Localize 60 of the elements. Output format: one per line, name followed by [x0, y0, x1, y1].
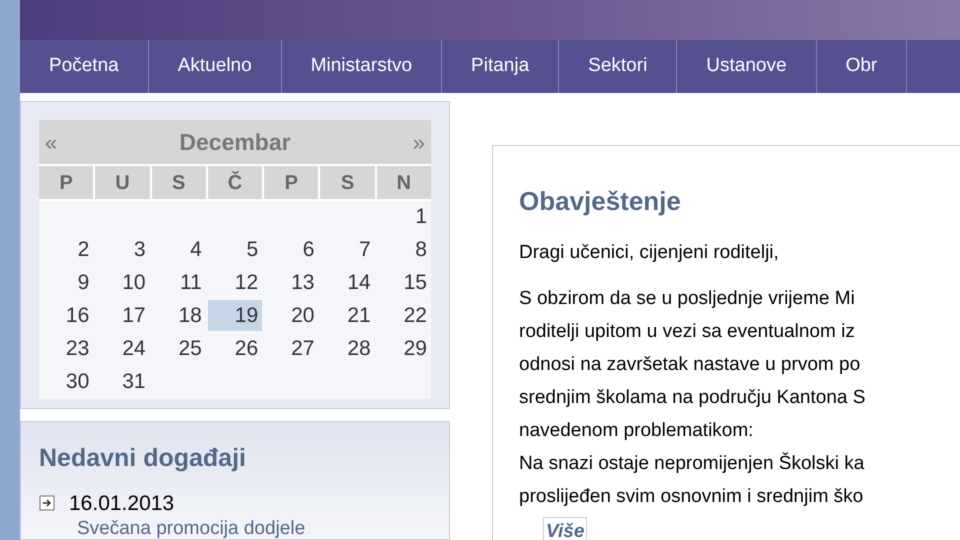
calendar-day[interactable]: 17	[95, 300, 150, 331]
weekday-header: P	[264, 166, 318, 199]
calendar-day[interactable]: 20	[264, 300, 318, 331]
notice-text-line: odnosi na završetak nastave u prvom po	[519, 352, 862, 376]
nav-link[interactable]: Početna	[20, 40, 149, 93]
calendar-day[interactable]: 21	[320, 300, 375, 331]
arrow-into-box-icon	[39, 495, 55, 512]
calendar-day[interactable]: 6	[264, 234, 318, 265]
notice-text-line: S obzirom da se u posljednje vrijeme Mi	[519, 286, 856, 310]
event-date: 16.01.2013	[69, 490, 174, 516]
calendar-day[interactable]: 26	[208, 333, 262, 364]
month-title: Decembar	[179, 128, 291, 157]
calendar-day[interactable]: 2	[39, 234, 94, 265]
nav-link[interactable]: Ustanove	[677, 40, 817, 93]
more-link[interactable]: Više	[543, 516, 588, 540]
weekday-header: U	[95, 166, 150, 199]
nav-link[interactable]: Obr	[816, 40, 908, 93]
nav-link[interactable]: Ministarstvo	[282, 40, 442, 93]
calendar-day[interactable]: 1	[376, 201, 431, 232]
weekday-header: S	[152, 166, 206, 199]
calendar-day[interactable]: 13	[264, 267, 318, 298]
events-title: Nedavni događaji	[39, 443, 247, 474]
calendar-day[interactable]: 7	[320, 234, 375, 265]
weekday-header: S	[320, 166, 375, 199]
notice-text-line: Na snazi ostaje nepromijenjen Školski ka	[519, 451, 866, 476]
calendar-day[interactable]: 3	[95, 234, 150, 265]
calendar-day[interactable]: 15	[376, 267, 431, 298]
calendar-day[interactable]: 9	[39, 267, 94, 298]
calendar-day[interactable]: 29	[376, 333, 431, 364]
weekday-header: Č	[208, 166, 262, 199]
calendar-day[interactable]: 18	[152, 300, 206, 331]
calendar-day[interactable]: 28	[320, 333, 375, 364]
event-link[interactable]: Svečana promocija dodjele	[77, 519, 431, 539]
notice-text-line: proslijeđen svim osnovnim i srednjim ško	[519, 484, 864, 508]
notice-title: Obavještenje	[519, 185, 682, 218]
nav-link[interactable]: Pitanja	[442, 40, 560, 93]
calendar-day[interactable]: 14	[320, 267, 375, 298]
calendar-day[interactable]: 25	[152, 333, 206, 364]
calendar-day[interactable]: 11	[152, 267, 206, 298]
calendar-day[interactable]: 10	[95, 267, 150, 298]
calendar-day[interactable]: 27	[264, 333, 318, 364]
calendar-day[interactable]: 22	[376, 300, 431, 331]
nav-link[interactable]: Sektori	[559, 40, 678, 93]
calendar-day[interactable]: 30	[39, 366, 94, 397]
notice-greeting: Dragi učenici, cijenjeni roditelji,	[519, 241, 780, 265]
calendar-day[interactable]: 12	[208, 267, 262, 298]
calendar-day[interactable]: 24	[95, 333, 150, 364]
calendar-day[interactable]: 23	[39, 333, 94, 364]
calendar-day[interactable]: 4	[152, 234, 206, 265]
notice-text-line: navedenom problematikom:	[519, 418, 754, 442]
calendar-day[interactable]: 8	[376, 234, 431, 265]
weekday-header: N	[376, 166, 431, 199]
calendar-day[interactable]: 19	[208, 300, 262, 331]
notice-text-line: srednjim školama na području Kantona S	[519, 386, 866, 410]
calendar-day[interactable]: 31	[95, 366, 150, 397]
calendar-day[interactable]: 5	[208, 234, 262, 265]
notice-text-line: roditelji upitom u vezi sa eventualnom iz	[519, 320, 856, 344]
calendar-day[interactable]: 16	[39, 300, 94, 331]
weekday-header: P	[39, 166, 94, 199]
nav-link[interactable]: Aktuelno	[148, 40, 282, 93]
